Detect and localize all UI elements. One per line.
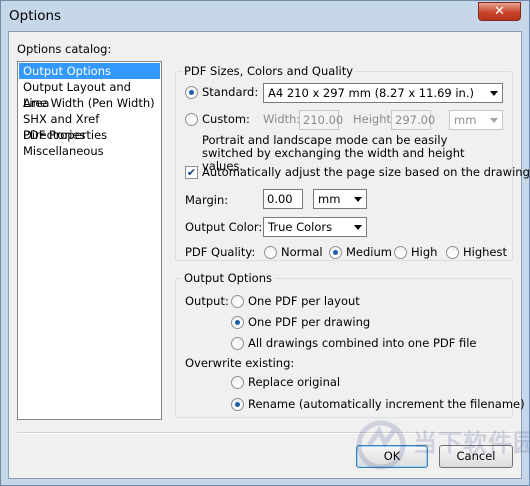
catalog-item-line-width[interactable]: Line Width (Pen Width)	[19, 95, 160, 111]
auto-adjust-label: Automatically adjust the page size based…	[202, 165, 530, 179]
custom-unit-value: mm	[454, 113, 477, 127]
output-color-value: True Colors	[268, 220, 333, 234]
close-icon: ✕	[494, 4, 505, 19]
margin-field[interactable]: 0.00	[263, 189, 303, 209]
catalog-list[interactable]: Output Options Output Layout and Area Li…	[17, 61, 162, 420]
combined-pdf-label: All drawings combined into one PDF file	[248, 336, 477, 350]
quality-medium-radio[interactable]	[329, 246, 342, 259]
quality-highest-label: Highest	[463, 245, 508, 259]
rename-label: Rename (automatically increment the file…	[248, 397, 525, 411]
width-field[interactable]: 210.00	[299, 110, 343, 130]
catalog-label: Options catalog:	[17, 42, 112, 56]
watermark-logo: 当下软件园	[355, 415, 530, 474]
quality-normal-label: Normal	[281, 245, 323, 259]
dialog-client-area: Options catalog: Output Options Output L…	[8, 31, 530, 479]
output-color-select[interactable]: True Colors	[263, 217, 367, 237]
catalog-item-pdf-properties[interactable]: PDF Properties	[19, 127, 160, 143]
custom-label: Custom:	[202, 112, 250, 126]
watermark-emblem-icon	[356, 420, 406, 470]
standard-label: Standard:	[202, 85, 259, 99]
margin-unit-value: mm	[318, 192, 341, 206]
output-label: Output:	[185, 294, 229, 308]
rename-radio[interactable]	[231, 398, 244, 411]
title-bar: Options ✕	[1, 1, 529, 31]
standard-size-value: A4 210 x 297 mm (8.27 x 11.69 in.)	[268, 86, 474, 100]
custom-radio[interactable]	[185, 113, 198, 126]
margin-label: Margin:	[185, 193, 229, 207]
replace-original-label: Replace original	[248, 375, 341, 389]
one-pdf-per-drawing-radio[interactable]	[231, 316, 244, 329]
output-options-group-title: Output Options	[182, 271, 274, 285]
one-pdf-per-layout-label: One PDF per layout	[248, 294, 360, 308]
quality-highest-radio[interactable]	[446, 246, 459, 259]
close-button[interactable]: ✕	[478, 2, 521, 21]
auto-adjust-checkbox[interactable]: ✔	[185, 166, 198, 179]
quality-high-label: High	[411, 245, 438, 259]
pdf-quality-label: PDF Quality:	[185, 245, 256, 259]
chevron-down-icon	[354, 197, 362, 202]
quality-normal-radio[interactable]	[264, 246, 277, 259]
checkmark-icon: ✔	[186, 166, 197, 179]
quality-high-radio[interactable]	[394, 246, 407, 259]
catalog-item-miscellaneous[interactable]: Miscellaneous	[19, 143, 160, 159]
window-title: Options	[9, 8, 62, 24]
catalog-item-shx-xref[interactable]: SHX and Xref Directories	[19, 111, 160, 142]
quality-medium-label: Medium	[346, 245, 392, 259]
options-dialog: Options ✕ Options catalog: Output Option…	[0, 0, 530, 486]
catalog-item-output-layout[interactable]: Output Layout and Area	[19, 79, 160, 110]
combined-pdf-radio[interactable]	[231, 337, 244, 350]
pdf-sizes-group-title: PDF Sizes, Colors and Quality	[182, 64, 356, 78]
margin-unit-select[interactable]: mm	[313, 189, 367, 209]
overwrite-label: Overwrite existing:	[185, 356, 295, 370]
chevron-down-icon	[490, 118, 498, 123]
replace-original-radio[interactable]	[231, 376, 244, 389]
watermark-text: 当下软件园	[413, 429, 530, 457]
height-field[interactable]: 297.00	[391, 110, 435, 130]
standard-radio[interactable]	[185, 86, 198, 99]
output-color-label: Output Color:	[185, 220, 263, 234]
height-label: Height:	[353, 112, 395, 126]
standard-size-select[interactable]: A4 210 x 297 mm (8.27 x 11.69 in.)	[263, 83, 503, 103]
chevron-down-icon	[490, 91, 498, 96]
chevron-down-icon	[354, 225, 362, 230]
width-label: Width:	[263, 112, 301, 126]
custom-unit-select[interactable]: mm	[449, 110, 503, 130]
catalog-item-output-options[interactable]: Output Options	[19, 63, 160, 79]
one-pdf-per-layout-radio[interactable]	[231, 295, 244, 308]
one-pdf-per-drawing-label: One PDF per drawing	[248, 315, 371, 329]
